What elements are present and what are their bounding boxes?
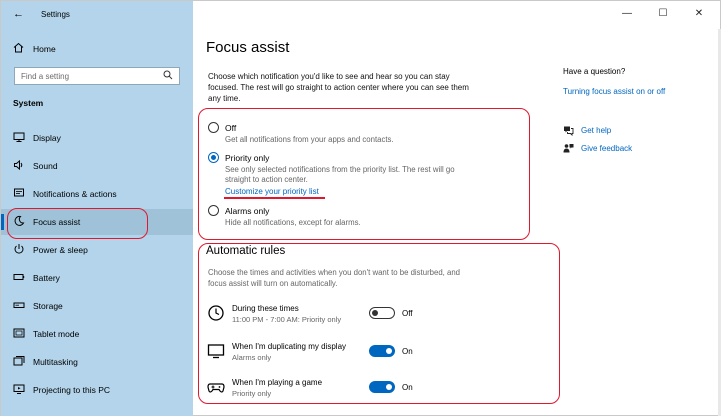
- option-desc: Hide all notifications, except for alarm…: [225, 218, 361, 227]
- option-alarms-only[interactable]: Alarms only Hide all notifications, exce…: [208, 205, 518, 231]
- link-underline: [224, 197, 325, 199]
- section-label-system: System: [13, 98, 44, 108]
- gamepad-icon: [207, 378, 225, 396]
- rules-title: Automatic rules: [206, 245, 286, 257]
- clock-icon: [207, 304, 225, 322]
- title-bar: ← Settings: [1, 1, 193, 29]
- option-priority-only[interactable]: Priority only See only selected notifica…: [208, 152, 518, 202]
- sidebar-item-label: Projecting to this PC: [33, 385, 111, 395]
- sidebar-item-storage[interactable]: Storage: [1, 293, 193, 319]
- toggle-state-label: Off: [402, 309, 413, 318]
- sidebar-item-battery[interactable]: Battery: [1, 265, 193, 291]
- feedback-icon: [563, 143, 574, 156]
- sidebar-item-sound[interactable]: Sound: [1, 153, 193, 179]
- intro-text: Choose which notification you'd like to …: [208, 72, 469, 103]
- main-content: — ☐ ✕ Focus assist Choose which notifica…: [193, 1, 721, 416]
- get-help-link[interactable]: Get help: [581, 126, 611, 135]
- battery-icon: [13, 271, 25, 283]
- radio-priority-only[interactable]: [208, 152, 219, 163]
- sidebar-item-projecting[interactable]: Projecting to this PC: [1, 377, 193, 403]
- sidebar-item-label: Multitasking: [33, 357, 78, 367]
- sound-icon: [13, 159, 25, 171]
- notifications-icon: [13, 187, 25, 199]
- aside-title: Have a question?: [563, 67, 626, 76]
- moon-icon: [13, 215, 25, 227]
- sidebar-item-display[interactable]: Display: [1, 125, 193, 151]
- toggle-state-label: On: [402, 383, 413, 392]
- sidebar: ← Settings Home Find a setting System Di…: [1, 1, 193, 416]
- multitasking-icon: [13, 355, 25, 367]
- option-title: Alarms only: [225, 206, 270, 216]
- customize-priority-link[interactable]: Customize your priority list: [225, 187, 319, 196]
- radio-alarms-only[interactable]: [208, 205, 219, 216]
- maximize-icon[interactable]: ☐: [656, 8, 670, 19]
- sidebar-item-label: Power & sleep: [33, 245, 88, 255]
- home-nav[interactable]: Home: [1, 39, 193, 59]
- toggle-duplicating-display[interactable]: [369, 345, 395, 357]
- rule-title: When I'm playing a game: [232, 378, 323, 387]
- sidebar-item-label: Display: [33, 133, 61, 143]
- close-icon[interactable]: ✕: [692, 8, 706, 19]
- monitor-icon: [207, 342, 225, 360]
- storage-icon: [13, 299, 25, 311]
- rule-title: During these times: [232, 304, 299, 313]
- search-placeholder: Find a setting: [21, 72, 70, 81]
- home-icon: [13, 42, 24, 56]
- sidebar-item-power-sleep[interactable]: Power & sleep: [1, 237, 193, 263]
- rule-sub: Priority only: [232, 389, 272, 398]
- focus-assist-help-link[interactable]: Turning focus assist on or off: [563, 87, 665, 96]
- display-icon: [13, 131, 25, 143]
- window-controls: — ☐ ✕: [612, 1, 721, 29]
- toggle-playing-game[interactable]: [369, 381, 395, 393]
- sidebar-item-multitasking[interactable]: Multitasking: [1, 349, 193, 375]
- tablet-icon: [13, 327, 25, 339]
- sidebar-item-label: Focus assist: [33, 217, 81, 227]
- give-feedback-link[interactable]: Give feedback: [581, 144, 632, 153]
- home-label: Home: [33, 44, 56, 54]
- rule-title: When I'm duplicating my display: [232, 342, 347, 351]
- radio-off[interactable]: [208, 122, 219, 133]
- rules-desc: Choose the times and activities when you…: [208, 268, 461, 288]
- option-off[interactable]: Off Get all notifications from your apps…: [208, 122, 518, 148]
- back-arrow-icon[interactable]: ←: [13, 8, 25, 20]
- sidebar-item-label: Tablet mode: [33, 329, 80, 339]
- get-help-row[interactable]: Get help: [563, 125, 713, 139]
- give-feedback-row[interactable]: Give feedback: [563, 143, 713, 157]
- sidebar-item-focus-assist[interactable]: Focus assist: [1, 209, 193, 235]
- toggle-state-label: On: [402, 347, 413, 356]
- minimize-icon[interactable]: —: [620, 8, 634, 19]
- search-input[interactable]: Find a setting: [14, 67, 180, 85]
- sidebar-item-label: Notifications & actions: [33, 189, 117, 199]
- sidebar-item-label: Storage: [33, 301, 63, 311]
- sidebar-item-notifications[interactable]: Notifications & actions: [1, 181, 193, 207]
- rule-sub: 11:00 PM - 7:00 AM: Priority only: [232, 315, 342, 324]
- option-desc: Get all notifications from your apps and…: [225, 135, 394, 144]
- power-icon: [13, 243, 25, 255]
- search-icon[interactable]: [163, 70, 173, 83]
- app-title: Settings: [41, 10, 70, 19]
- chat-help-icon: [563, 125, 574, 138]
- page-title: Focus assist: [206, 39, 290, 56]
- rule-sub: Alarms only: [232, 353, 272, 362]
- sidebar-item-label: Battery: [33, 273, 60, 283]
- option-desc: See only selected notifications from the…: [225, 165, 455, 184]
- projecting-icon: [13, 383, 25, 395]
- settings-window: ← Settings Home Find a setting System Di…: [0, 0, 721, 416]
- option-title: Priority only: [225, 153, 270, 163]
- option-title: Off: [225, 123, 237, 133]
- sidebar-item-tablet-mode[interactable]: Tablet mode: [1, 321, 193, 347]
- toggle-during-times[interactable]: [369, 307, 395, 319]
- sidebar-item-label: Sound: [33, 161, 58, 171]
